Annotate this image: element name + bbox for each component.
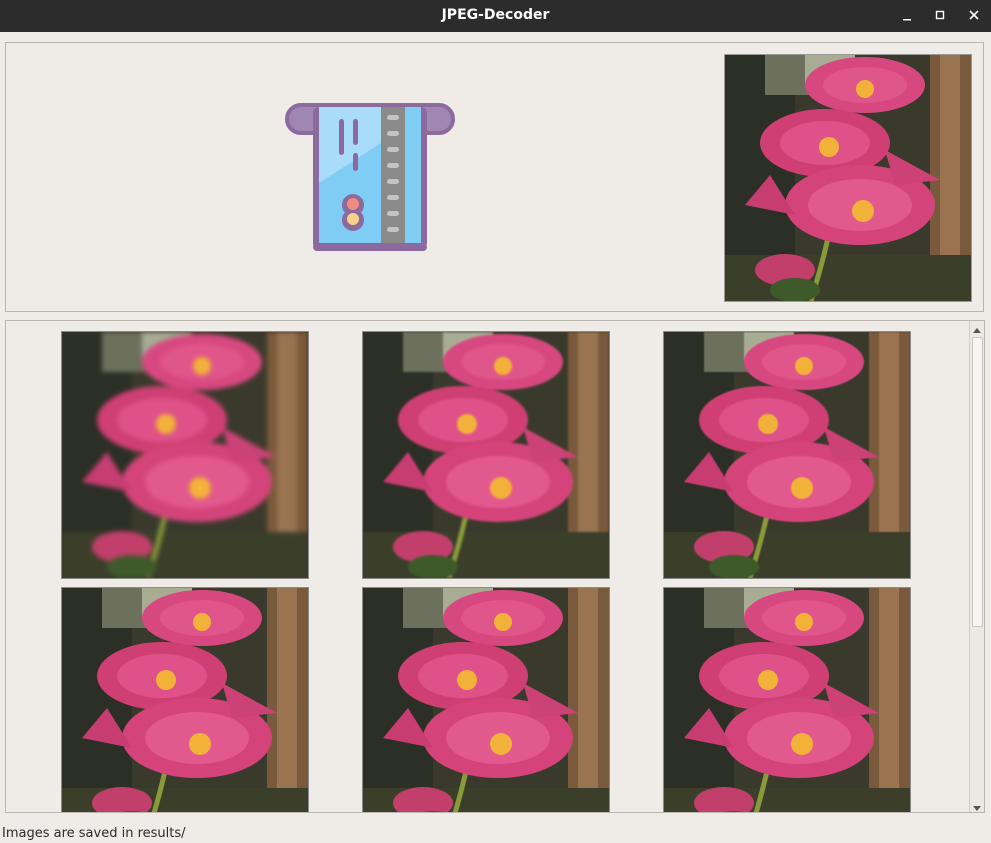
window-title: JPEG-Decoder <box>441 7 550 23</box>
minimize-icon <box>903 19 911 21</box>
header-panel <box>5 42 984 312</box>
maximize-icon <box>935 10 945 20</box>
result-image <box>61 587 309 812</box>
result-image <box>663 331 911 579</box>
results-panel[interactable] <box>5 320 985 813</box>
credit-card-insert-icon <box>285 103 455 251</box>
scrollbar-thumb[interactable] <box>972 337 983 627</box>
status-text: Images are saved in results/ <box>2 826 186 841</box>
scroll-down-button[interactable] <box>970 799 984 811</box>
arrow-down-icon <box>973 806 981 811</box>
maximize-button[interactable] <box>930 6 950 26</box>
close-icon <box>969 10 979 20</box>
close-button[interactable] <box>964 6 984 26</box>
result-image <box>663 587 911 812</box>
original-image-preview <box>724 54 972 302</box>
title-bar: JPEG-Decoder <box>0 0 991 32</box>
scroll-up-button[interactable] <box>970 322 984 334</box>
results-grid <box>6 321 968 812</box>
minimize-button[interactable] <box>897 6 917 26</box>
arrow-up-icon <box>973 328 981 333</box>
result-image <box>61 331 309 579</box>
result-image <box>362 331 610 579</box>
vertical-scrollbar[interactable] <box>969 321 984 812</box>
result-image <box>362 587 610 812</box>
